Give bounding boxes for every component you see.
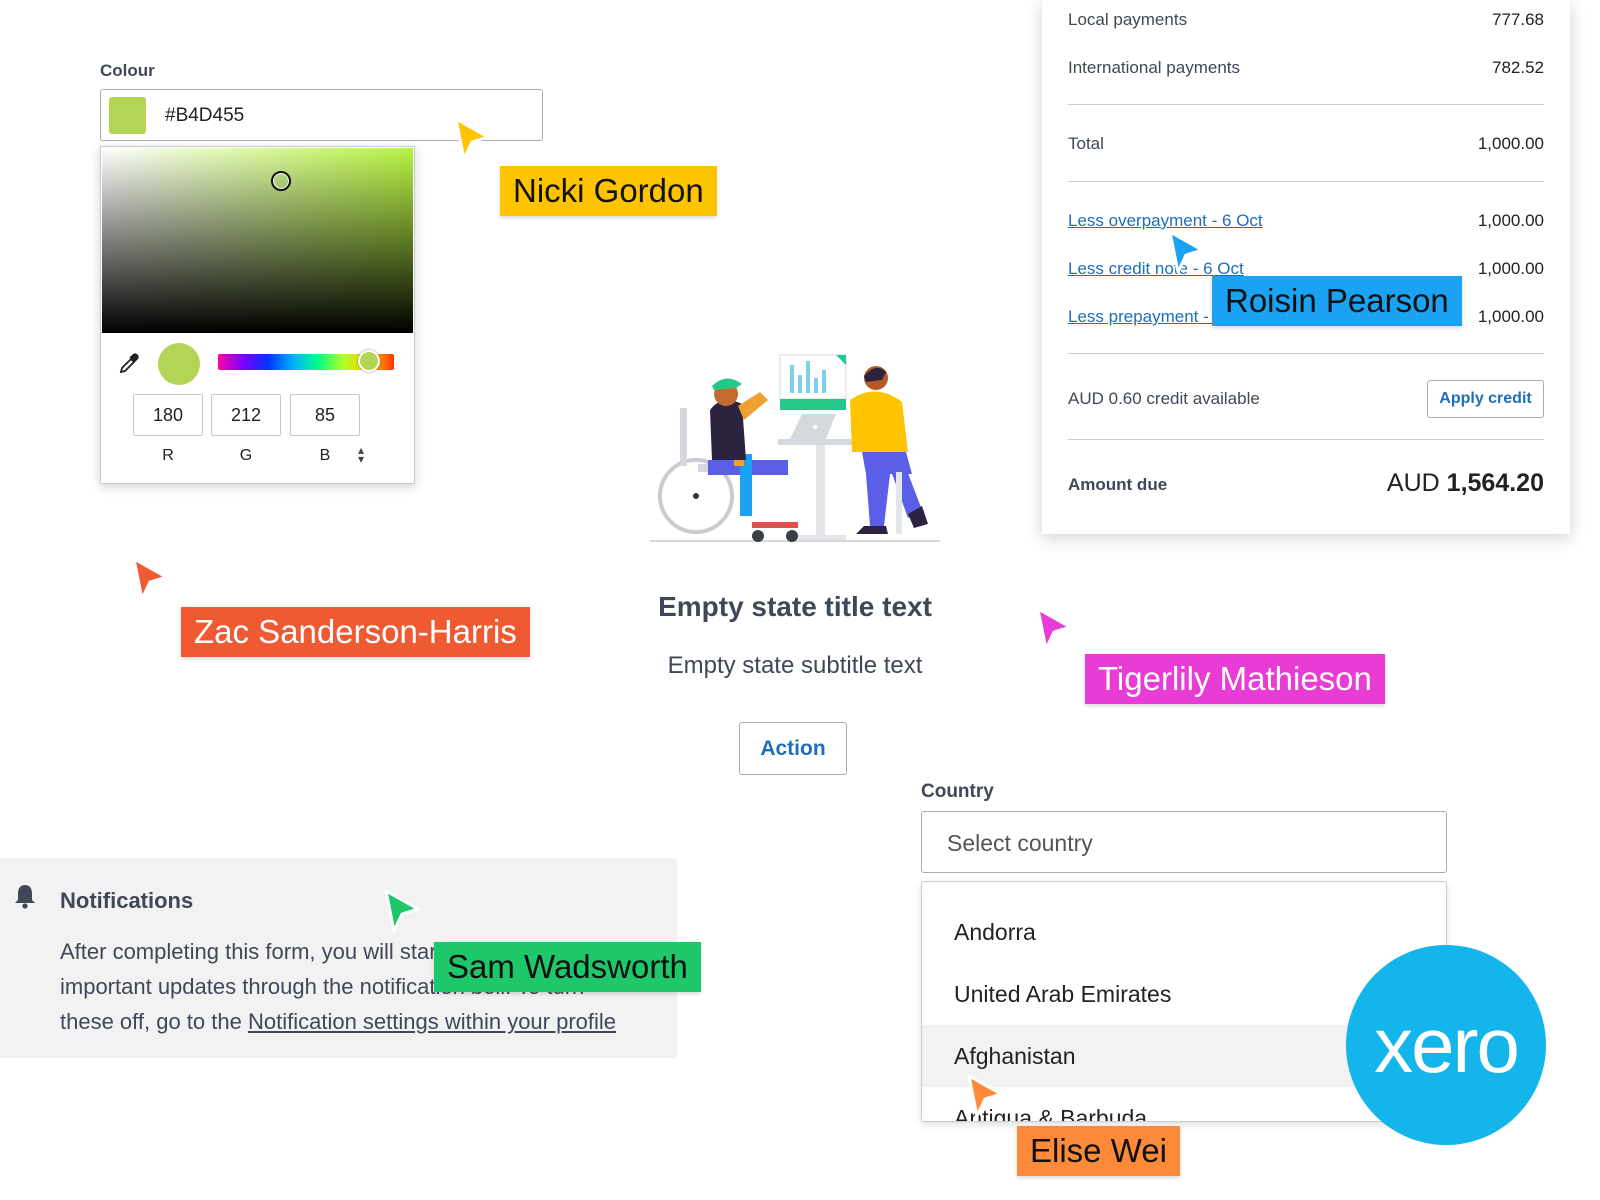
cursor-icon xyxy=(384,889,420,933)
invoice-row: International payments 782.52 xyxy=(1068,58,1544,78)
collaborator-tag-tigerlily: Tigerlily Mathieson xyxy=(1085,654,1385,704)
country-label: Country xyxy=(921,781,994,802)
collaborator-tag-sam: Sam Wadsworth xyxy=(434,942,701,992)
colour-swatch[interactable] xyxy=(109,97,146,134)
invoice-row: Less overpayment - 6 Oct 1,000.00 xyxy=(1068,211,1544,231)
cursor-icon xyxy=(967,1074,1003,1118)
blue-input[interactable]: 85 xyxy=(290,394,360,436)
colour-preview xyxy=(158,343,200,385)
saturation-marker[interactable] xyxy=(271,171,291,191)
action-button[interactable]: Action xyxy=(739,722,847,775)
amount-due-value: AUD 1,564.20 xyxy=(1387,469,1544,498)
country-option[interactable]: Andorra xyxy=(922,901,1446,963)
row-label: Total xyxy=(1068,134,1104,153)
country-select[interactable]: Select country xyxy=(921,811,1447,873)
apply-credit-button[interactable]: Apply credit xyxy=(1427,380,1544,418)
row-amount: 1,000.00 xyxy=(1477,259,1544,278)
red-label: R xyxy=(162,447,174,464)
saturation-field[interactable] xyxy=(102,148,413,333)
updown-arrows-icon[interactable]: ▴ ▾ xyxy=(355,444,367,465)
divider xyxy=(1068,181,1544,182)
notification-title: Notifications xyxy=(60,888,194,913)
collaborator-tag-nicki: Nicki Gordon xyxy=(500,166,717,216)
cursor-icon xyxy=(1036,607,1072,651)
notification-settings-link[interactable]: Notification settings within your profil… xyxy=(248,1009,616,1034)
row-amount: 782.52 xyxy=(1492,58,1544,77)
row-amount: 1,000.00 xyxy=(1477,211,1544,230)
green-label: G xyxy=(239,447,253,464)
collaborator-tag-roisin: Roisin Pearson xyxy=(1212,276,1462,326)
row-amount: 777.68 xyxy=(1492,10,1544,29)
collaborator-tag-elise: Elise Wei xyxy=(1017,1126,1180,1176)
green-input[interactable]: 212 xyxy=(211,394,281,436)
bell-icon xyxy=(15,885,35,909)
hue-slider-thumb[interactable] xyxy=(358,350,380,372)
divider xyxy=(1068,439,1544,440)
due-amount: 1,564.20 xyxy=(1446,469,1544,497)
blue-label: B xyxy=(319,447,331,464)
eyedropper-icon[interactable] xyxy=(117,352,141,376)
invoice-summary: Local payments 777.68 International paym… xyxy=(1042,0,1570,534)
row-label: Local payments xyxy=(1068,10,1188,29)
row-amount: 1,000.00 xyxy=(1477,134,1544,153)
notification-line-3: these off, go to the Notification settin… xyxy=(60,1009,616,1035)
row-label: International payments xyxy=(1068,58,1240,77)
invoice-row: Total 1,000.00 xyxy=(1068,134,1544,154)
colour-picker-panel: 180 212 85 R G B ▴ ▾ xyxy=(100,146,415,484)
due-currency: AUD xyxy=(1386,469,1440,497)
divider xyxy=(1068,353,1544,354)
empty-state-subtitle: Empty state subtitle text xyxy=(667,652,923,679)
hex-value[interactable]: #B4D455 xyxy=(165,105,244,127)
red-input[interactable]: 180 xyxy=(133,394,203,436)
divider xyxy=(1068,104,1544,105)
cursor-icon xyxy=(132,557,168,601)
empty-state-title: Empty state title text xyxy=(658,591,932,622)
invoice-row: Local payments 777.68 xyxy=(1068,10,1544,30)
collaborator-tag-zac: Zac Sanderson-Harris xyxy=(181,607,530,657)
cursor-icon xyxy=(1168,230,1204,274)
cursor-icon xyxy=(454,117,490,161)
country-placeholder: Select country xyxy=(947,830,1093,856)
people-working-illustration xyxy=(650,354,940,542)
notification-line-3-text: these off, go to the xyxy=(60,1009,248,1034)
xero-logo: xero xyxy=(1346,945,1546,1145)
row-amount: 1,000.00 xyxy=(1477,307,1544,326)
amount-due-label: Amount due xyxy=(1068,475,1168,494)
colour-label: Colour xyxy=(100,61,155,80)
